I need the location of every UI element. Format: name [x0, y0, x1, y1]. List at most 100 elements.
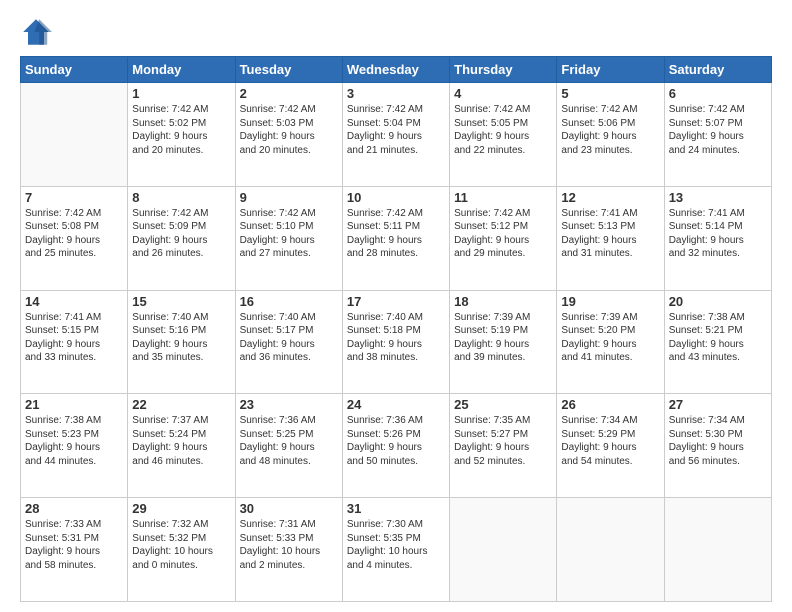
day-number: 25	[454, 397, 552, 412]
calendar-cell	[21, 83, 128, 187]
cell-line: Sunset: 5:13 PM	[561, 220, 659, 234]
calendar-cell: 13Sunrise: 7:41 AMSunset: 5:14 PMDayligh…	[664, 186, 771, 290]
day-number: 24	[347, 397, 445, 412]
cell-line: Daylight: 10 hours	[240, 545, 338, 559]
calendar-cell: 10Sunrise: 7:42 AMSunset: 5:11 PMDayligh…	[342, 186, 449, 290]
cell-line: Sunset: 5:25 PM	[240, 428, 338, 442]
logo	[20, 16, 56, 48]
header	[20, 16, 772, 48]
cell-line: Daylight: 9 hours	[454, 234, 552, 248]
calendar-cell: 3Sunrise: 7:42 AMSunset: 5:04 PMDaylight…	[342, 83, 449, 187]
calendar-cell: 5Sunrise: 7:42 AMSunset: 5:06 PMDaylight…	[557, 83, 664, 187]
cell-line: Daylight: 9 hours	[240, 130, 338, 144]
cell-line: Sunset: 5:15 PM	[25, 324, 123, 338]
cell-line: Sunrise: 7:42 AM	[561, 103, 659, 117]
calendar-cell: 4Sunrise: 7:42 AMSunset: 5:05 PMDaylight…	[450, 83, 557, 187]
cell-line: Daylight: 9 hours	[669, 441, 767, 455]
day-number: 10	[347, 190, 445, 205]
cell-line: and 28 minutes.	[347, 247, 445, 261]
cell-line: Sunset: 5:08 PM	[25, 220, 123, 234]
day-number: 30	[240, 501, 338, 516]
calendar-cell: 24Sunrise: 7:36 AMSunset: 5:26 PMDayligh…	[342, 394, 449, 498]
calendar-week-2: 7Sunrise: 7:42 AMSunset: 5:08 PMDaylight…	[21, 186, 772, 290]
cell-line: and 21 minutes.	[347, 144, 445, 158]
cell-line: Daylight: 9 hours	[561, 130, 659, 144]
cell-line: Daylight: 9 hours	[132, 338, 230, 352]
cell-line: Sunset: 5:14 PM	[669, 220, 767, 234]
cell-line: Daylight: 9 hours	[454, 338, 552, 352]
calendar-cell: 20Sunrise: 7:38 AMSunset: 5:21 PMDayligh…	[664, 290, 771, 394]
header-row: SundayMondayTuesdayWednesdayThursdayFrid…	[21, 57, 772, 83]
cell-line: Sunset: 5:23 PM	[25, 428, 123, 442]
cell-line: Sunset: 5:24 PM	[132, 428, 230, 442]
calendar-cell: 25Sunrise: 7:35 AMSunset: 5:27 PMDayligh…	[450, 394, 557, 498]
cell-line: Sunset: 5:17 PM	[240, 324, 338, 338]
calendar-body: 1Sunrise: 7:42 AMSunset: 5:02 PMDaylight…	[21, 83, 772, 602]
cell-line: Daylight: 9 hours	[669, 130, 767, 144]
cell-line: Sunset: 5:29 PM	[561, 428, 659, 442]
calendar-cell	[664, 498, 771, 602]
cell-line: Sunrise: 7:42 AM	[347, 103, 445, 117]
cell-line: Sunrise: 7:41 AM	[25, 311, 123, 325]
cell-line: and 41 minutes.	[561, 351, 659, 365]
cell-line: Sunrise: 7:42 AM	[454, 103, 552, 117]
cell-line: Sunrise: 7:36 AM	[240, 414, 338, 428]
cell-line: Daylight: 9 hours	[25, 545, 123, 559]
cell-line: and 38 minutes.	[347, 351, 445, 365]
day-number: 18	[454, 294, 552, 309]
cell-line: Sunrise: 7:33 AM	[25, 518, 123, 532]
cell-line: and 39 minutes.	[454, 351, 552, 365]
cell-line: Sunrise: 7:37 AM	[132, 414, 230, 428]
cell-line: and 32 minutes.	[669, 247, 767, 261]
page: SundayMondayTuesdayWednesdayThursdayFrid…	[0, 0, 792, 612]
cell-line: and 54 minutes.	[561, 455, 659, 469]
cell-line: Sunrise: 7:42 AM	[669, 103, 767, 117]
cell-line: Sunset: 5:32 PM	[132, 532, 230, 546]
cell-line: Sunrise: 7:32 AM	[132, 518, 230, 532]
day-number: 9	[240, 190, 338, 205]
calendar-cell	[450, 498, 557, 602]
cell-line: Sunrise: 7:38 AM	[25, 414, 123, 428]
calendar-week-4: 21Sunrise: 7:38 AMSunset: 5:23 PMDayligh…	[21, 394, 772, 498]
header-cell-monday: Monday	[128, 57, 235, 83]
cell-line: Sunset: 5:20 PM	[561, 324, 659, 338]
cell-line: Sunset: 5:19 PM	[454, 324, 552, 338]
cell-line: Sunset: 5:33 PM	[240, 532, 338, 546]
calendar-cell: 19Sunrise: 7:39 AMSunset: 5:20 PMDayligh…	[557, 290, 664, 394]
cell-line: Daylight: 9 hours	[132, 441, 230, 455]
cell-line: and 52 minutes.	[454, 455, 552, 469]
calendar-cell: 27Sunrise: 7:34 AMSunset: 5:30 PMDayligh…	[664, 394, 771, 498]
cell-line: Sunrise: 7:41 AM	[561, 207, 659, 221]
cell-line: Sunset: 5:31 PM	[25, 532, 123, 546]
cell-line: Sunrise: 7:34 AM	[561, 414, 659, 428]
cell-line: Daylight: 9 hours	[454, 130, 552, 144]
cell-line: and 36 minutes.	[240, 351, 338, 365]
cell-line: Sunrise: 7:41 AM	[669, 207, 767, 221]
day-number: 11	[454, 190, 552, 205]
day-number: 3	[347, 86, 445, 101]
cell-line: Sunrise: 7:40 AM	[240, 311, 338, 325]
cell-line: Sunrise: 7:35 AM	[454, 414, 552, 428]
day-number: 22	[132, 397, 230, 412]
calendar-header: SundayMondayTuesdayWednesdayThursdayFrid…	[21, 57, 772, 83]
cell-line: and 31 minutes.	[561, 247, 659, 261]
cell-line: Sunset: 5:18 PM	[347, 324, 445, 338]
cell-line: Daylight: 9 hours	[347, 130, 445, 144]
cell-line: Daylight: 10 hours	[347, 545, 445, 559]
day-number: 19	[561, 294, 659, 309]
cell-line: Daylight: 9 hours	[669, 234, 767, 248]
cell-line: Sunrise: 7:42 AM	[347, 207, 445, 221]
cell-line: Daylight: 9 hours	[240, 234, 338, 248]
cell-line: and 2 minutes.	[240, 559, 338, 573]
cell-line: Sunrise: 7:38 AM	[669, 311, 767, 325]
cell-line: Sunset: 5:02 PM	[132, 117, 230, 131]
cell-line: and 22 minutes.	[454, 144, 552, 158]
cell-line: and 20 minutes.	[132, 144, 230, 158]
cell-line: Daylight: 9 hours	[132, 130, 230, 144]
cell-line: and 0 minutes.	[132, 559, 230, 573]
cell-line: Daylight: 9 hours	[347, 234, 445, 248]
cell-line: Daylight: 9 hours	[561, 338, 659, 352]
cell-line: Sunrise: 7:31 AM	[240, 518, 338, 532]
day-number: 4	[454, 86, 552, 101]
cell-line: Daylight: 9 hours	[454, 441, 552, 455]
